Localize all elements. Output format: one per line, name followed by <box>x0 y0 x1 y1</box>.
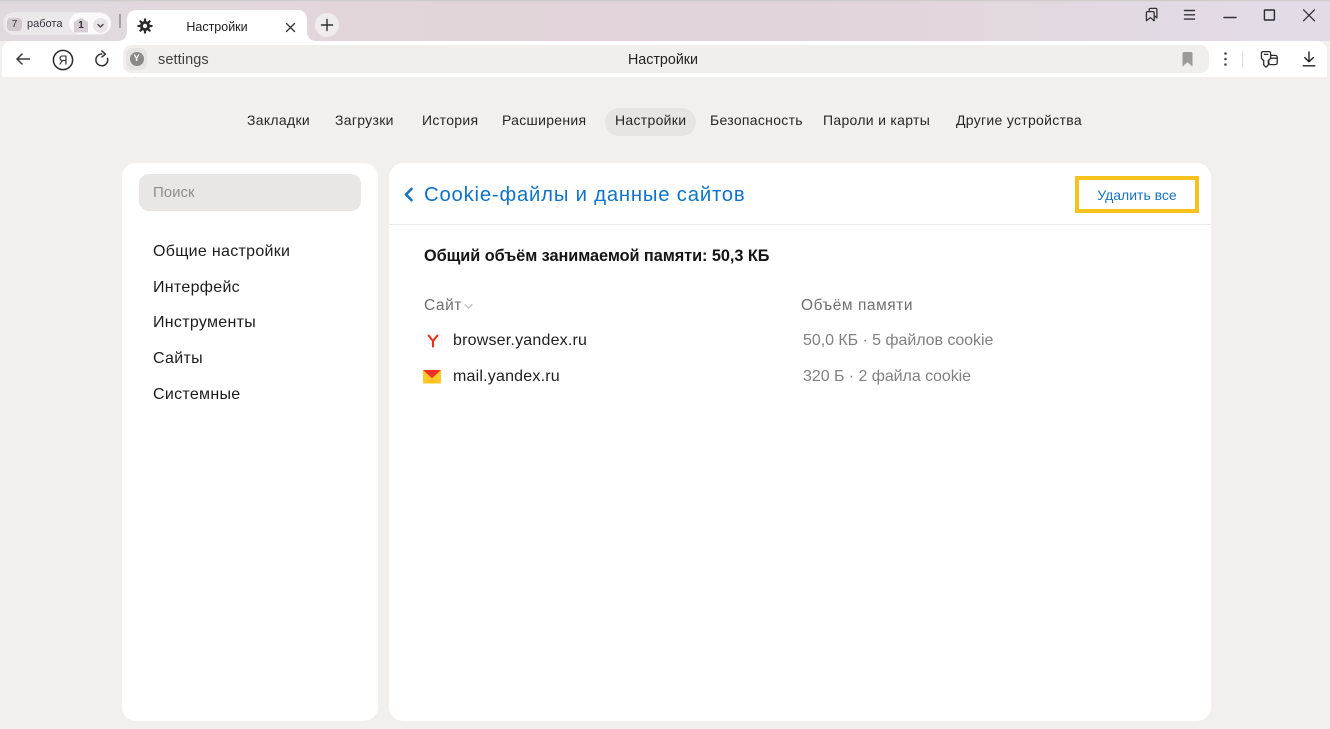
svg-text:Я: Я <box>58 53 67 67</box>
